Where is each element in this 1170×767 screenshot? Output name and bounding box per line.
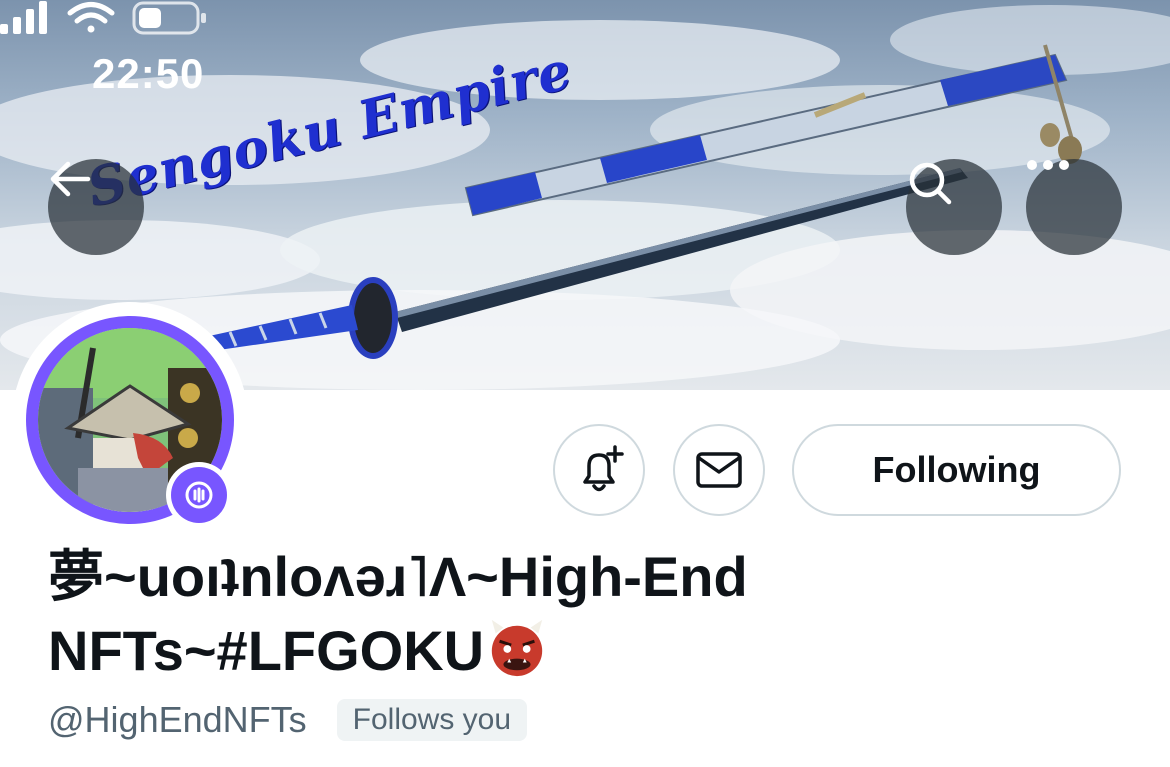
profile-handle: @HighEndNFTs [48,699,307,740]
following-button[interactable]: Following [792,424,1121,516]
more-options-button[interactable] [1026,159,1122,255]
status-icons [0,1,206,35]
spaces-badge[interactable] [166,462,232,528]
search-button[interactable] [906,159,1002,255]
status-bar: 22:50 [0,0,1170,140]
follows-you-badge: Follows you [336,699,528,741]
bell-plus-icon [583,445,624,492]
battery-icon [132,1,206,35]
notifications-button[interactable] [553,424,645,516]
profile-display-name: 夢~uoıʇnloʌǝɹ˥Λ~High-End NFTs~#LFGOKU [48,540,1128,688]
oni-mask-icon [491,619,543,677]
message-button[interactable] [673,424,765,516]
more-horizontal-icon [1027,160,1069,170]
display-name-text: 夢~uoıʇnloʌǝɹ˥Λ~High-End NFTs~#LFGOKU [48,545,748,682]
search-icon [909,162,952,205]
envelope-icon [696,452,742,488]
back-button[interactable] [48,159,144,255]
microphone-wave-icon [185,481,213,509]
wifi-icon [67,2,115,33]
arrow-left-icon [50,161,91,197]
handle-row: @HighEndNFTs Follows you [48,696,528,744]
cellular-signal-icon [0,1,47,34]
status-time: 22:50 [92,50,205,97]
